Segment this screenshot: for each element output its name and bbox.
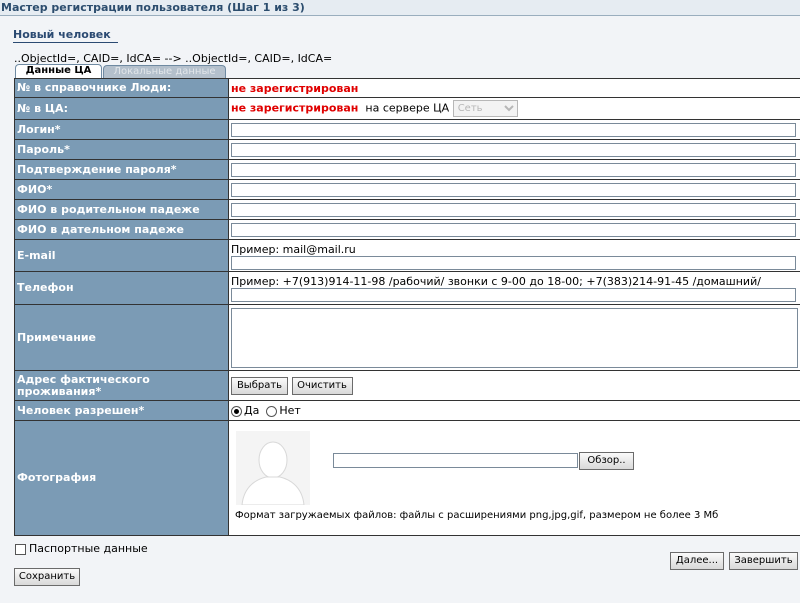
person-link[interactable]: Новый человек xyxy=(13,28,118,43)
passport-label: Паспортные данные xyxy=(29,542,148,555)
allowed-label: Человек разрешен* xyxy=(14,400,229,421)
server-label: на сервере ЦА xyxy=(365,101,450,115)
note-textarea[interactable] xyxy=(231,307,798,368)
email-input[interactable] xyxy=(231,255,796,270)
server-select[interactable]: Сеть xyxy=(452,100,518,117)
allowed-no-radio[interactable] xyxy=(266,405,278,417)
avatar-placeholder-icon xyxy=(236,431,310,506)
phone-input[interactable] xyxy=(231,288,796,302)
photo-label: Фотография xyxy=(14,420,229,536)
email-hint: Пример: mail@mail.ru xyxy=(231,242,356,256)
fio-genitive-label: ФИО в родительном падеже xyxy=(14,199,229,220)
login-label: Логин* xyxy=(14,119,229,140)
allowed-no-label: Нет xyxy=(279,404,301,417)
photo-file-input[interactable] xyxy=(333,453,578,468)
allowed-yes-radio[interactable] xyxy=(231,405,242,417)
window-title: Мастер регистрации пользователя (Шаг 1 и… xyxy=(0,0,800,16)
fio-input[interactable] xyxy=(231,182,796,197)
photo-format-note: Формат загружаемых файлов: файлы с расши… xyxy=(235,510,719,521)
fio-dative-label: ФИО в дательном падеже xyxy=(14,219,229,240)
ca-no-status: не зарегистрирован xyxy=(231,101,359,115)
finish-button[interactable]: Завершить xyxy=(729,552,798,570)
address-label: Адрес фактического проживания* xyxy=(14,370,229,401)
directory-no-status: не зарегистрирован xyxy=(231,81,359,95)
password-label: Пароль* xyxy=(14,139,229,160)
window-title-step: (Шаг 1 из 3) xyxy=(227,1,305,14)
save-button[interactable]: Сохранить xyxy=(14,568,80,586)
next-button[interactable]: Далее... xyxy=(670,552,724,570)
registration-form: № в справочнике Люди: не зарегистрирован… xyxy=(14,78,800,536)
allowed-yes-label: Да xyxy=(244,404,260,417)
password-input[interactable] xyxy=(231,142,796,157)
address-select-button[interactable]: Выбрать xyxy=(231,376,288,395)
phone-label: Телефон xyxy=(14,271,229,305)
directory-no-label: № в справочнике Люди: xyxy=(14,78,229,98)
password-confirm-input[interactable] xyxy=(231,162,796,177)
fio-dative-input[interactable] xyxy=(231,222,796,237)
tab-ca-data[interactable]: Данные ЦА xyxy=(15,64,102,78)
password-confirm-label: Подтверждение пароля* xyxy=(14,159,229,180)
phone-hint: Пример: +7(913)914-11-98 /рабочий/ звонк… xyxy=(231,275,761,288)
email-label: E-mail xyxy=(14,239,229,272)
passport-checkbox[interactable] xyxy=(15,543,26,555)
login-input[interactable] xyxy=(231,122,796,137)
fio-genitive-input[interactable] xyxy=(231,202,796,217)
tab-local-data[interactable]: Локальные данные xyxy=(103,65,226,78)
passport-row: Паспортные данные xyxy=(15,542,148,555)
address-clear-button[interactable]: Очистить xyxy=(291,376,353,395)
photo-browse-button[interactable]: Обзор.. xyxy=(579,452,634,470)
window-title-text: Мастер регистрации пользователя xyxy=(1,1,224,14)
note-label: Примечание xyxy=(14,304,229,371)
fio-label: ФИО* xyxy=(14,179,229,200)
ca-no-label: № в ЦА: xyxy=(14,97,229,120)
